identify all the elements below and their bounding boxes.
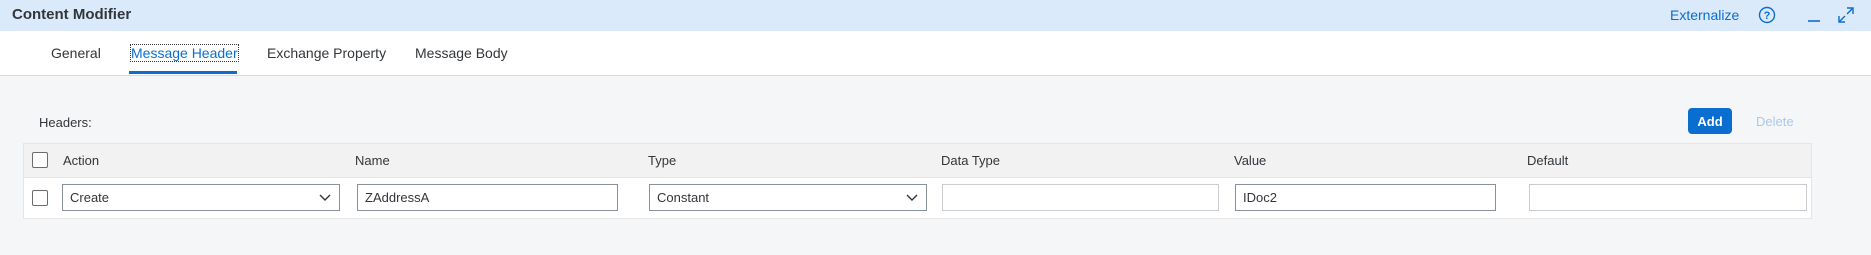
- tab-bar: General Message Header Exchange Property…: [0, 31, 1871, 76]
- column-header-value: Value: [1234, 153, 1267, 168]
- table-row: Create Constant: [24, 178, 1811, 219]
- type-select-value: Constant: [657, 190, 710, 205]
- chevron-down-icon: [319, 194, 331, 201]
- name-input[interactable]: [357, 184, 618, 211]
- column-header-name: Name: [355, 153, 390, 168]
- minimize-icon[interactable]: [1803, 5, 1825, 25]
- action-select-value: Create: [70, 190, 110, 205]
- expand-icon[interactable]: [1835, 5, 1857, 25]
- column-header-type: Type: [648, 153, 677, 168]
- headers-label: Headers:: [39, 115, 92, 130]
- dialog-title: Content Modifier: [12, 6, 132, 23]
- column-header-data-type: Data Type: [941, 153, 1001, 168]
- tab-exchange-property[interactable]: Exchange Property: [267, 45, 386, 61]
- data-type-input[interactable]: [942, 184, 1219, 211]
- select-all-checkbox[interactable]: [32, 152, 48, 168]
- add-button[interactable]: Add: [1688, 108, 1732, 134]
- tab-general[interactable]: General: [51, 45, 101, 61]
- dialog-titlebar: Content Modifier Externalize ?: [0, 0, 1871, 31]
- type-select[interactable]: Constant: [649, 184, 927, 211]
- tab-message-body[interactable]: Message Body: [415, 45, 508, 61]
- table-header: Action Name Type Data Type Value Default: [24, 144, 1811, 178]
- help-icon[interactable]: ?: [1756, 5, 1778, 25]
- action-select[interactable]: Create: [62, 184, 340, 211]
- active-tab-indicator: [129, 71, 237, 74]
- row-checkbox[interactable]: [32, 190, 48, 206]
- default-input[interactable]: [1529, 184, 1807, 211]
- value-input[interactable]: [1235, 184, 1496, 211]
- column-header-action: Action: [63, 153, 100, 168]
- chevron-down-icon: [906, 194, 918, 201]
- svg-text:?: ?: [1764, 10, 1771, 22]
- column-header-default: Default: [1527, 153, 1569, 168]
- delete-button[interactable]: Delete: [1756, 114, 1794, 129]
- externalize-link[interactable]: Externalize: [1670, 7, 1739, 23]
- headers-table: Action Name Type Data Type Value Default…: [23, 143, 1812, 219]
- tab-message-header[interactable]: Message Header: [130, 44, 239, 62]
